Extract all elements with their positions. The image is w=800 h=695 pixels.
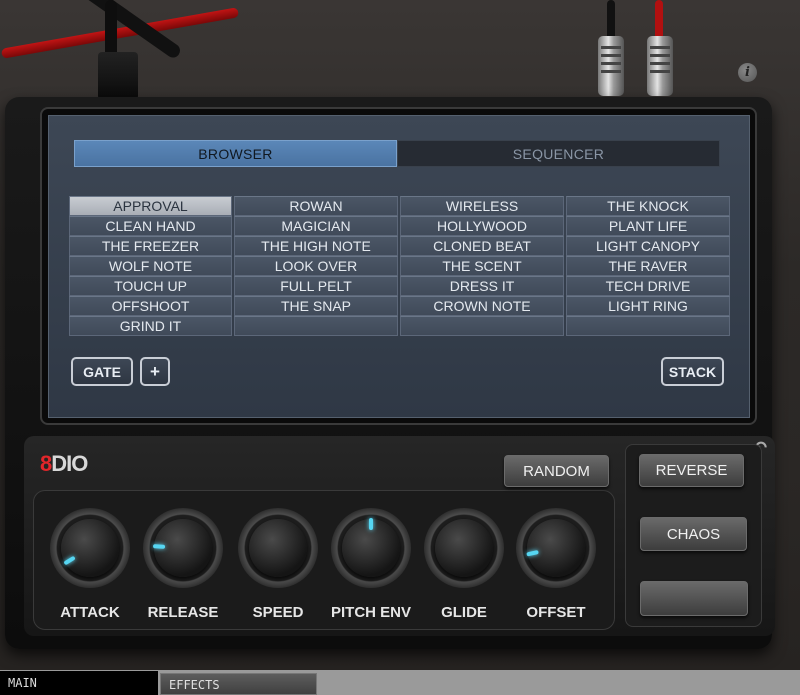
tab-browser[interactable]: BROWSER bbox=[74, 140, 397, 167]
preset-item[interactable]: HOLLYWOOD bbox=[400, 216, 564, 236]
preset-grid: APPROVAL ROWAN WIRELESS THE KNOCK CLEAN HAND… bbox=[69, 196, 730, 336]
info-icon[interactable]: i bbox=[738, 63, 757, 82]
knob-indicator bbox=[370, 518, 372, 548]
empty-button[interactable] bbox=[640, 581, 748, 616]
tab-main[interactable]: MAIN bbox=[0, 671, 158, 695]
random-button[interactable]: RANDOM bbox=[504, 455, 609, 487]
preset-item[interactable]: LIGHT RING bbox=[566, 296, 730, 316]
brand-logo: 8DIO bbox=[40, 451, 88, 477]
logo-digit: 8 bbox=[40, 451, 52, 476]
knob-cap bbox=[249, 519, 307, 577]
knob-speed[interactable] bbox=[238, 508, 318, 588]
preset-item[interactable] bbox=[400, 316, 564, 336]
preset-item[interactable]: ROWAN bbox=[234, 196, 398, 216]
reverse-button[interactable]: REVERSE bbox=[639, 454, 744, 487]
knob-label: RELEASE bbox=[147, 604, 219, 621]
preset-item[interactable]: APPROVAL bbox=[69, 196, 232, 216]
knob-pitch-env[interactable] bbox=[331, 508, 411, 588]
preset-item[interactable]: THE RAVER bbox=[566, 256, 730, 276]
preset-item[interactable]: THE SCENT bbox=[400, 256, 564, 276]
preset-item[interactable]: THE HIGH NOTE bbox=[234, 236, 398, 256]
preset-item[interactable]: LIGHT CANOPY bbox=[566, 236, 730, 256]
preset-item[interactable]: THE SNAP bbox=[234, 296, 398, 316]
preset-item[interactable]: THE KNOCK bbox=[566, 196, 730, 216]
stack-button[interactable]: STACK bbox=[661, 357, 724, 386]
knob-glide[interactable] bbox=[424, 508, 504, 588]
knob-attack[interactable] bbox=[50, 508, 130, 588]
jack-connector bbox=[598, 36, 624, 96]
preset-item[interactable]: TECH DRIVE bbox=[566, 276, 730, 296]
preset-item[interactable]: MAGICIAN bbox=[234, 216, 398, 236]
preset-item[interactable]: GRIND IT bbox=[69, 316, 232, 336]
logo-text: DIO bbox=[51, 451, 88, 476]
cable-plug bbox=[98, 52, 138, 100]
screen-tabs: BROWSER SEQUENCER bbox=[74, 140, 720, 167]
preset-item[interactable]: FULL PELT bbox=[234, 276, 398, 296]
preset-item[interactable]: OFFSHOOT bbox=[69, 296, 232, 316]
preset-item[interactable]: WIRELESS bbox=[400, 196, 564, 216]
jack-connector bbox=[647, 36, 673, 96]
preset-item[interactable] bbox=[234, 316, 398, 336]
knob-release[interactable] bbox=[143, 508, 223, 588]
preset-item[interactable]: TOUCH UP bbox=[69, 276, 232, 296]
red-cable bbox=[655, 0, 663, 40]
preset-item[interactable]: THE FREEZER bbox=[69, 236, 232, 256]
preset-item[interactable]: CLEAN HAND bbox=[69, 216, 232, 236]
gate-button[interactable]: GATE bbox=[71, 357, 133, 386]
preset-item[interactable]: LOOK OVER bbox=[234, 256, 398, 276]
preset-item[interactable]: DRESS IT bbox=[400, 276, 564, 296]
tab-effects[interactable]: EFFECTS bbox=[160, 673, 317, 695]
preset-item[interactable] bbox=[566, 316, 730, 336]
tab-sequencer[interactable]: SEQUENCER bbox=[397, 140, 720, 167]
black-cable bbox=[607, 0, 615, 40]
knob-cap bbox=[435, 519, 493, 577]
chaos-button[interactable]: CHAOS bbox=[640, 517, 747, 551]
preset-item[interactable]: PLANT LIFE bbox=[566, 216, 730, 236]
preset-item[interactable]: CROWN NOTE bbox=[400, 296, 564, 316]
preset-item[interactable]: WOLF NOTE bbox=[69, 256, 232, 276]
knob-label: OFFSET bbox=[526, 604, 586, 621]
knob-offset[interactable] bbox=[516, 508, 596, 588]
preset-item[interactable]: CLONED BEAT bbox=[400, 236, 564, 256]
add-button[interactable]: + bbox=[140, 357, 170, 386]
